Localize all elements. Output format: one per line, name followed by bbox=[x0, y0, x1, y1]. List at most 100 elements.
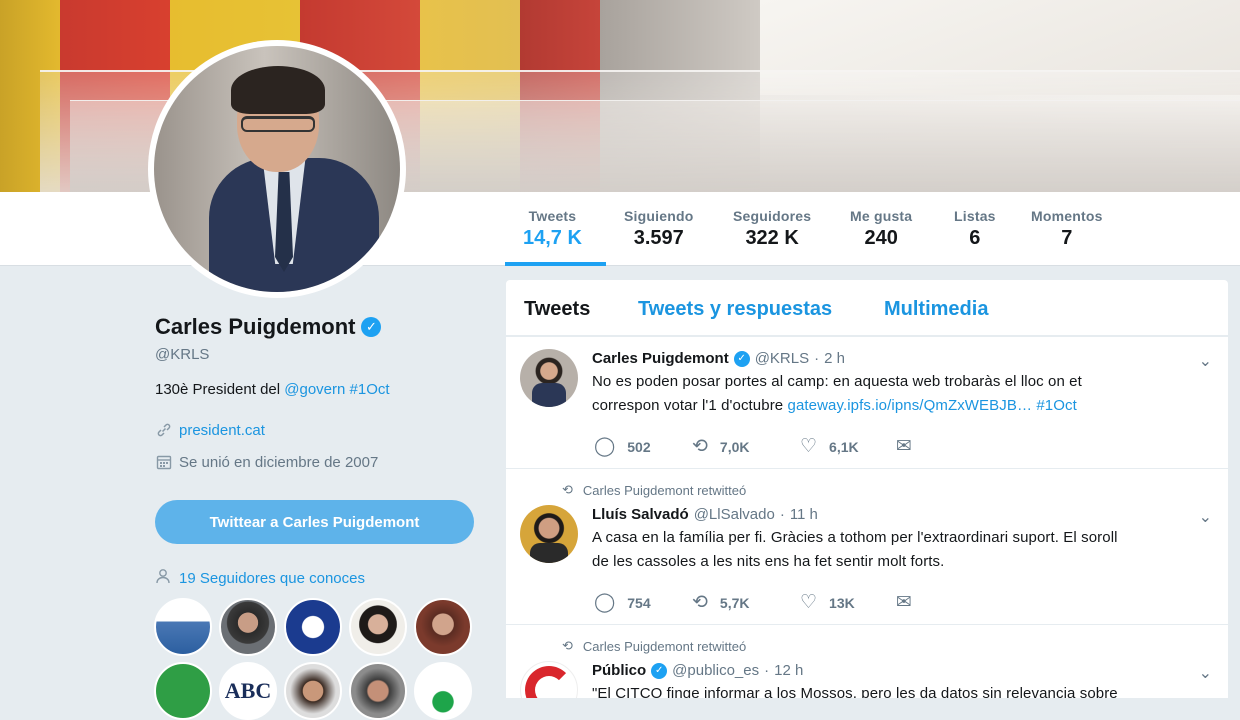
stat-value: 3.597 bbox=[633, 227, 684, 249]
stat-value: 14,7 K bbox=[523, 227, 582, 249]
retweet-context: ⟲ Carles Puigdemont retwitteó bbox=[562, 638, 746, 654]
tweet-text-line: A casa en la família per fi. Gràcies a t… bbox=[592, 529, 1118, 546]
follower-avatar[interactable] bbox=[349, 598, 407, 656]
like-count: 13K bbox=[829, 594, 855, 611]
verified-icon: ✓ bbox=[733, 350, 750, 367]
tweet-text-line: "El CITCO finge informar a los Mossos, p… bbox=[592, 685, 1118, 698]
retweet-context: ⟲ Carles Puigdemont retwitteó bbox=[562, 482, 746, 498]
website-link[interactable]: president.cat bbox=[179, 422, 265, 439]
tweet-author-handle[interactable]: @LlSalvado bbox=[694, 506, 775, 523]
tweet-author-handle[interactable]: @publico_es bbox=[672, 662, 759, 679]
follower-avatar[interactable] bbox=[219, 598, 277, 656]
stat-value: 6 bbox=[969, 227, 981, 249]
profile-handle: @KRLS bbox=[155, 346, 210, 363]
stat-label: Seguidores bbox=[733, 208, 812, 224]
profile-join-date: Se unió en diciembre de 2007 bbox=[155, 453, 475, 471]
like-icon: ♡ bbox=[800, 436, 818, 457]
retweet-button[interactable]: ⟲ 7,0K bbox=[692, 435, 800, 458]
profile-name[interactable]: Carles Puigdemont bbox=[155, 314, 355, 340]
tweet-text-line: No es poden posar portes al camp: en aqu… bbox=[592, 373, 1082, 390]
like-button[interactable]: ♡ 13K bbox=[800, 591, 896, 614]
profile-bio: 130è President del @govern #1Oct bbox=[155, 381, 475, 398]
tweet-text-line: de les cassoles a les nits ens ha fet se… bbox=[592, 553, 945, 570]
stat-following[interactable]: Siguiendo 3.597 bbox=[624, 208, 693, 250]
stat-value: 240 bbox=[864, 227, 898, 249]
tweet-author-name[interactable]: Lluís Salvadó bbox=[592, 506, 689, 523]
profile-name-row: Carles Puigdemont ✓ bbox=[155, 314, 475, 340]
follower-avatar[interactable] bbox=[154, 598, 212, 656]
bio-hashtag-link[interactable]: #1Oct bbox=[350, 381, 390, 398]
retweet-context-text[interactable]: Carles Puigdemont retwitteó bbox=[583, 639, 746, 654]
like-icon: ♡ bbox=[800, 592, 818, 613]
tweet-link[interactable]: gateway.ipfs.io/ipns/QmZxWEBJB… bbox=[788, 397, 1033, 414]
follower-avatar[interactable] bbox=[284, 598, 342, 656]
follower-avatar[interactable]: ABC bbox=[219, 662, 277, 720]
tweet-time[interactable]: 2 h bbox=[824, 350, 845, 367]
tweet-time[interactable]: 11 h bbox=[790, 506, 818, 523]
retweet-count: 7,0K bbox=[719, 438, 750, 455]
follower-avatar[interactable] bbox=[284, 662, 342, 720]
like-button[interactable]: ♡ 6,1K bbox=[800, 435, 896, 458]
active-stat-indicator bbox=[505, 262, 606, 266]
message-button[interactable]: ✉ bbox=[896, 435, 912, 458]
stat-followers[interactable]: Seguidores 322 K bbox=[733, 208, 811, 250]
tweet-author-name[interactable]: Carles Puigdemont bbox=[592, 350, 729, 367]
reply-count: 754 bbox=[627, 594, 651, 611]
follower-avatar[interactable] bbox=[349, 662, 407, 720]
profile-card: Carles Puigdemont ✓ @KRLS 130è President… bbox=[155, 314, 475, 471]
bio-text: 130è President del bbox=[155, 381, 281, 398]
stat-tweets[interactable]: Tweets 14,7 K bbox=[523, 208, 582, 250]
tab-tweets-replies[interactable]: Tweets y respuestas bbox=[638, 298, 832, 321]
chevron-down-icon[interactable]: ⌄ bbox=[1199, 351, 1212, 371]
tweet-hashtag[interactable]: #1Oct bbox=[1036, 397, 1077, 414]
message-icon: ✉ bbox=[896, 436, 912, 457]
retweet-context-text[interactable]: Carles Puigdemont retwitteó bbox=[583, 483, 746, 498]
profile-website: president.cat bbox=[155, 421, 475, 439]
tweet-author-handle[interactable]: @KRLS bbox=[755, 350, 809, 367]
reply-button[interactable]: ◯ 502 bbox=[594, 435, 692, 458]
like-count: 6,1K bbox=[829, 438, 859, 455]
profile-avatar[interactable] bbox=[148, 40, 406, 298]
tweet-header: Público ✓ @publico_es · 12 h bbox=[592, 662, 803, 679]
retweet-icon: ⟲ bbox=[562, 638, 573, 653]
stat-moments[interactable]: Momentos 7 bbox=[1031, 208, 1103, 250]
tweet[interactable]: Carles Puigdemont ✓ @KRLS · 2 h ⌄ No es … bbox=[506, 336, 1228, 468]
tweet-to-button[interactable]: Twittear a Carles Puigdemont bbox=[155, 500, 474, 544]
tweet-dot: · bbox=[814, 350, 820, 367]
tweet-dot: · bbox=[764, 662, 770, 679]
tweet[interactable]: ⟲ Carles Puigdemont retwitteó Público ✓ … bbox=[506, 624, 1228, 698]
tweet-time[interactable]: 12 h bbox=[774, 662, 803, 679]
tweet-avatar[interactable] bbox=[520, 505, 578, 563]
follower-avatar[interactable] bbox=[154, 662, 212, 720]
tweet-author-name[interactable]: Público bbox=[592, 662, 646, 679]
tab-media[interactable]: Multimedia bbox=[884, 298, 988, 321]
tab-tweets[interactable]: Tweets bbox=[524, 298, 590, 321]
known-followers[interactable]: 19 Seguidores que conoces bbox=[155, 568, 365, 588]
retweet-icon: ⟲ bbox=[562, 482, 573, 497]
chevron-down-icon[interactable]: ⌄ bbox=[1199, 507, 1212, 527]
timeline-tabs: Tweets Tweets y respuestas Multimedia bbox=[506, 280, 1228, 336]
tweet-header: Carles Puigdemont ✓ @KRLS · 2 h bbox=[592, 350, 845, 367]
timeline: Tweets Tweets y respuestas Multimedia Ca… bbox=[506, 280, 1228, 698]
tweet-avatar[interactable] bbox=[520, 349, 578, 407]
chevron-down-icon[interactable]: ⌄ bbox=[1199, 663, 1212, 683]
bio-mention-link[interactable]: @govern bbox=[284, 381, 345, 398]
verified-icon: ✓ bbox=[361, 317, 382, 337]
tweet-actions: ◯ 754 ⟲ 5,7K ♡ 13K ✉ bbox=[594, 591, 912, 614]
retweet-button[interactable]: ⟲ 5,7K bbox=[692, 591, 800, 614]
stat-value: 7 bbox=[1061, 227, 1073, 249]
follower-avatar[interactable] bbox=[414, 662, 472, 720]
follower-avatar[interactable] bbox=[414, 598, 472, 656]
reply-icon: ◯ bbox=[594, 436, 616, 457]
message-button[interactable]: ✉ bbox=[896, 591, 912, 614]
abc-logo-text: ABC bbox=[224, 678, 272, 703]
stat-lists[interactable]: Listas 6 bbox=[954, 208, 996, 250]
stat-likes[interactable]: Me gusta 240 bbox=[850, 208, 912, 250]
tweet-avatar[interactable] bbox=[520, 661, 578, 698]
stat-value: 322 K bbox=[745, 227, 799, 249]
stat-label: Listas bbox=[954, 208, 996, 224]
reply-button[interactable]: ◯ 754 bbox=[594, 591, 692, 614]
tweet-text: A casa en la família per fi. Gràcies a t… bbox=[592, 526, 1192, 574]
tweet[interactable]: ⟲ Carles Puigdemont retwitteó Lluís Salv… bbox=[506, 468, 1228, 624]
stat-label: Siguiendo bbox=[624, 208, 694, 224]
